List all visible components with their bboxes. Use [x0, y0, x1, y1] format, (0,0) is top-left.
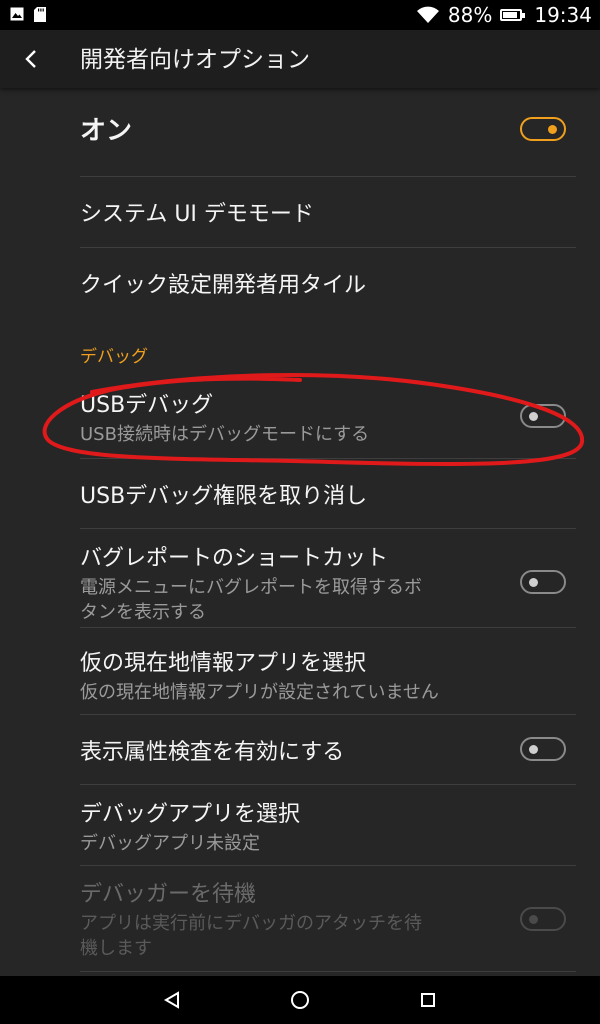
item-summary: 電源メニューにバグレポートを取得するボ タンを表示する	[80, 575, 510, 625]
toggle-knob	[529, 745, 538, 754]
wait-for-debugger-item: デバッガーを待機 アプリは実行前にデバッガのアタッチを待 機します	[80, 876, 576, 961]
nav-back-button[interactable]	[142, 976, 202, 1024]
divider	[80, 971, 576, 972]
system-ui-demo-mode-item[interactable]: システム UI デモモード	[80, 196, 576, 228]
divider	[80, 176, 576, 177]
master-switch-toggle[interactable]	[520, 117, 566, 141]
item-title: USBデバッグ権限を取り消し	[80, 484, 368, 509]
status-bar: 88% 19:34	[0, 0, 600, 30]
item-summary: 仮の現在地情報アプリが設定されていません	[80, 682, 439, 703]
toggle-knob	[529, 578, 538, 587]
nav-recents-button[interactable]	[398, 976, 458, 1024]
divider	[80, 458, 576, 459]
item-title: クイック設定開発者用タイル	[80, 273, 367, 298]
toggle-knob	[548, 125, 557, 134]
item-title: デバッグアプリを選択	[80, 802, 301, 827]
wait-for-debugger-toggle	[520, 907, 566, 931]
master-switch-label: オン	[80, 116, 133, 146]
divider	[80, 247, 576, 248]
bugreport-shortcut-item[interactable]: バグレポートのショートカット 電源メニューにバグレポートを取得するボ タンを表示…	[80, 540, 576, 625]
select-debug-app-item[interactable]: デバッグアプリを選択 デバッグアプリ未設定	[80, 796, 576, 856]
toggle-knob	[529, 915, 538, 924]
circle-home-icon	[291, 991, 309, 1009]
view-attribute-inspection-item[interactable]: 表示属性検査を有効にする	[80, 734, 576, 765]
item-summary-line: 機します	[80, 938, 152, 959]
nav-home-button[interactable]	[270, 976, 330, 1024]
sd-card-icon	[34, 7, 46, 22]
square-recents-icon	[421, 993, 435, 1007]
view-attribute-toggle[interactable]	[520, 737, 566, 761]
item-title: USBデバッグ	[80, 393, 214, 418]
item-title: システム UI デモモード	[80, 202, 314, 227]
divider	[80, 528, 576, 529]
divider	[80, 714, 576, 715]
battery-percent: 88%	[447, 3, 493, 27]
divider	[80, 627, 576, 628]
battery-icon	[500, 9, 526, 21]
item-summary-line: アプリは実行前にデバッガのアタッチを待	[80, 913, 422, 934]
item-summary-line: タンを表示する	[80, 602, 206, 623]
usb-debugging-toggle[interactable]	[520, 404, 566, 428]
divider	[80, 865, 576, 866]
toggle-knob	[529, 412, 538, 421]
section-title: デバッグ	[80, 347, 148, 367]
back-button[interactable]	[6, 34, 56, 84]
revoke-usb-debugging-item[interactable]: USBデバッグ権限を取り消し	[80, 478, 576, 510]
master-switch-row[interactable]: オン	[80, 110, 576, 150]
app-bar: 開発者向けオプション	[0, 30, 600, 88]
bugreport-shortcut-toggle[interactable]	[520, 570, 566, 594]
triangle-back-icon	[164, 991, 179, 1009]
usb-debugging-item[interactable]: USBデバッグ USB接続時はデバッグモードにする	[80, 387, 576, 447]
settings-list[interactable]: オン システム UI デモモード クイック設定開発者用タイル デバッグ USBデ…	[0, 88, 600, 976]
item-title: デバッガーを待機	[80, 882, 257, 907]
item-title: バグレポートのショートカット	[80, 546, 389, 571]
item-summary: USB接続時はデバッグモードにする	[80, 424, 370, 445]
item-summary: アプリは実行前にデバッガのアタッチを待 機します	[80, 911, 510, 961]
wifi-icon	[416, 6, 439, 23]
section-header-debug: デバッグ	[80, 342, 576, 367]
battery-level	[503, 12, 518, 18]
navigation-bar	[0, 976, 600, 1024]
page-title: 開発者向けオプション	[80, 47, 310, 73]
item-title: 表示属性検査を有効にする	[80, 740, 345, 765]
divider	[80, 784, 576, 785]
mock-location-app-item[interactable]: 仮の現在地情報アプリを選択 仮の現在地情報アプリが設定されていません	[80, 645, 576, 705]
image-notification-icon	[10, 7, 24, 21]
item-summary-line: 電源メニューにバグレポートを取得するボ	[80, 577, 422, 598]
clock: 19:34	[534, 3, 592, 27]
item-summary: デバッグアプリ未設定	[80, 833, 260, 854]
arrow-back-icon	[25, 50, 36, 68]
quick-settings-tiles-item[interactable]: クイック設定開発者用タイル	[80, 267, 576, 299]
item-title: 仮の現在地情報アプリを選択	[80, 651, 367, 676]
